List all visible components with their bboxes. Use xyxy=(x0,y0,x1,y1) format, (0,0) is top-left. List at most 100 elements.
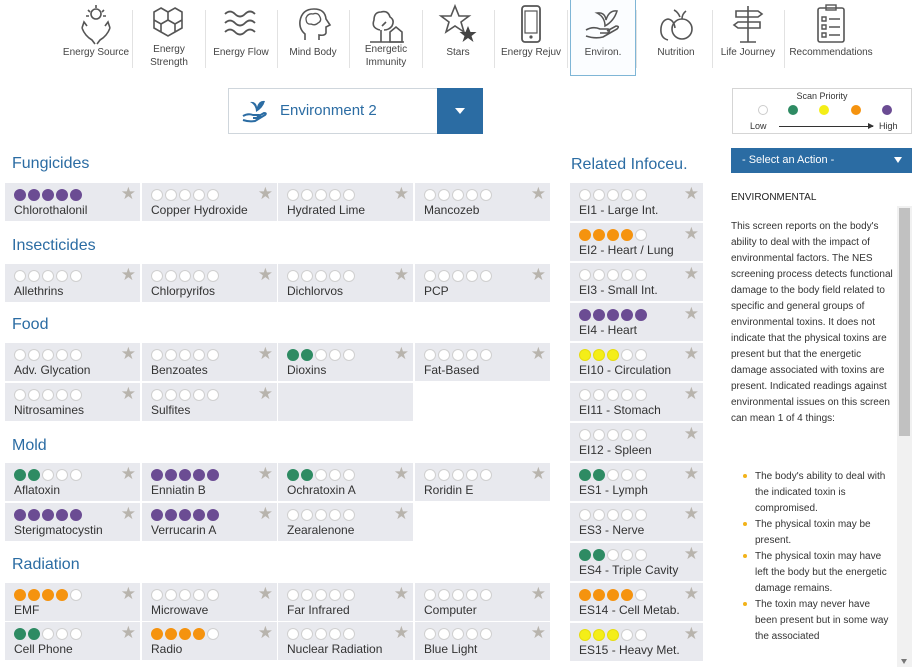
grid-cell[interactable]: ★ EI2 - Heart / Lung xyxy=(570,223,703,261)
grid-cell[interactable]: ★ Cell Phone xyxy=(5,622,140,660)
star-icon[interactable]: ★ xyxy=(684,225,699,242)
star-icon[interactable]: ★ xyxy=(258,185,273,202)
grid-cell[interactable]: ★ Benzoates xyxy=(142,343,277,381)
star-icon[interactable]: ★ xyxy=(394,585,409,602)
grid-cell[interactable]: ★ Computer xyxy=(415,583,550,621)
grid-cell[interactable]: ★ Sterigmatocystin xyxy=(5,503,140,541)
action-select[interactable]: - Select an Action - xyxy=(731,148,912,173)
star-icon[interactable]: ★ xyxy=(394,345,409,362)
star-icon[interactable]: ★ xyxy=(121,465,136,482)
star-icon[interactable]: ★ xyxy=(684,425,699,442)
star-icon[interactable]: ★ xyxy=(684,585,699,602)
grid-cell[interactable]: ★ Nitrosamines xyxy=(5,383,140,421)
grid-cell[interactable]: ★ ES14 - Cell Metab. xyxy=(570,583,703,621)
star-icon[interactable]: ★ xyxy=(258,266,273,283)
grid-cell[interactable]: ★ Allethrins xyxy=(5,264,140,302)
scroll-down-icon[interactable] xyxy=(901,659,907,664)
grid-cell[interactable]: ★ Chlorothalonil xyxy=(5,183,140,221)
grid-cell[interactable]: ★ EI10 - Circulation xyxy=(570,343,703,381)
nav-item-environ[interactable]: Environ. xyxy=(570,0,636,76)
star-icon[interactable]: ★ xyxy=(258,585,273,602)
star-icon[interactable]: ★ xyxy=(121,624,136,641)
grid-cell[interactable]: ★ Microwave xyxy=(142,583,277,621)
grid-cell[interactable]: ★ ES1 - Lymph xyxy=(570,463,703,501)
star-icon[interactable]: ★ xyxy=(121,185,136,202)
grid-cell[interactable]: ★ Far Infrared xyxy=(278,583,413,621)
star-icon[interactable]: ★ xyxy=(121,505,136,522)
grid-cell[interactable]: ★ Mancozeb xyxy=(415,183,550,221)
star-icon[interactable]: ★ xyxy=(531,185,546,202)
grid-cell[interactable]: ★ Blue Light xyxy=(415,622,550,660)
nav-item-energy-rejuv[interactable]: Energy Rejuv xyxy=(495,0,567,76)
priority-dot xyxy=(301,349,313,361)
grid-cell[interactable]: ★ EI12 - Spleen xyxy=(570,423,703,461)
star-icon[interactable]: ★ xyxy=(684,345,699,362)
chevron-down-icon[interactable] xyxy=(437,88,483,134)
grid-cell[interactable]: ★ Dioxins xyxy=(278,343,413,381)
grid-cell[interactable]: ★ Radio xyxy=(142,622,277,660)
star-icon[interactable]: ★ xyxy=(531,465,546,482)
star-icon[interactable]: ★ xyxy=(121,585,136,602)
nav-item-recommendations[interactable]: Recommendations xyxy=(785,0,877,76)
star-icon[interactable]: ★ xyxy=(684,185,699,202)
star-icon[interactable]: ★ xyxy=(394,266,409,283)
star-icon[interactable]: ★ xyxy=(531,266,546,283)
star-icon[interactable]: ★ xyxy=(684,625,699,642)
grid-cell[interactable]: ★ Fat-Based xyxy=(415,343,550,381)
star-icon[interactable]: ★ xyxy=(121,266,136,283)
grid-cell[interactable]: ★ Dichlorvos xyxy=(278,264,413,302)
grid-cell[interactable]: ★ Enniatin B xyxy=(142,463,277,501)
grid-cell[interactable]: ★ Ochratoxin A xyxy=(278,463,413,501)
grid-cell[interactable]: ★ ES15 - Heavy Met. xyxy=(570,623,703,661)
grid-cell[interactable]: ★ EI1 - Large Int. xyxy=(570,183,703,221)
star-icon[interactable]: ★ xyxy=(121,345,136,362)
star-icon[interactable]: ★ xyxy=(531,585,546,602)
star-icon[interactable]: ★ xyxy=(394,624,409,641)
star-icon[interactable]: ★ xyxy=(258,345,273,362)
scrollbar-thumb[interactable] xyxy=(899,208,910,436)
star-icon[interactable]: ★ xyxy=(684,305,699,322)
nav-item-nutrition[interactable]: Nutrition xyxy=(640,0,712,76)
grid-cell[interactable]: ★ Aflatoxin xyxy=(5,463,140,501)
star-icon[interactable]: ★ xyxy=(684,265,699,282)
nav-item-energetic-immunity[interactable]: Energetic Immunity xyxy=(350,0,422,76)
grid-cell[interactable]: ★ Adv. Glycation xyxy=(5,343,140,381)
grid-cell[interactable]: ★ Roridin E xyxy=(415,463,550,501)
grid-cell[interactable]: ★ EMF xyxy=(5,583,140,621)
grid-cell[interactable]: ★ EI11 - Stomach xyxy=(570,383,703,421)
grid-cell[interactable]: ★ Sulfites xyxy=(142,383,277,421)
star-icon[interactable]: ★ xyxy=(258,465,273,482)
grid-cell[interactable]: ★ Nuclear Radiation xyxy=(278,622,413,660)
star-icon[interactable]: ★ xyxy=(394,505,409,522)
nav-item-mind-body[interactable]: Mind Body xyxy=(277,0,349,76)
star-icon[interactable]: ★ xyxy=(684,385,699,402)
environment-select[interactable]: Environment 2 xyxy=(228,88,483,134)
nav-item-stars[interactable]: Stars xyxy=(422,0,494,76)
grid-cell[interactable]: ★ Chlorpyrifos xyxy=(142,264,277,302)
star-icon[interactable]: ★ xyxy=(531,345,546,362)
star-icon[interactable]: ★ xyxy=(258,385,273,402)
star-icon[interactable]: ★ xyxy=(684,505,699,522)
grid-cell[interactable]: ★ PCP xyxy=(415,264,550,302)
star-icon[interactable]: ★ xyxy=(684,465,699,482)
star-icon[interactable]: ★ xyxy=(258,505,273,522)
grid-cell[interactable]: ★ ES3 - Nerve xyxy=(570,503,703,541)
nav-item-energy-strength[interactable]: Energy Strength xyxy=(133,0,205,76)
star-icon[interactable]: ★ xyxy=(394,185,409,202)
star-icon[interactable]: ★ xyxy=(394,465,409,482)
nav-item-life-journey[interactable]: Life Journey xyxy=(712,0,784,76)
nav-item-energy-flow[interactable]: Energy Flow xyxy=(205,0,277,76)
grid-cell[interactable]: ★ Verrucarin A xyxy=(142,503,277,541)
star-icon[interactable]: ★ xyxy=(684,545,699,562)
grid-cell[interactable]: ★ Zearalenone xyxy=(278,503,413,541)
grid-cell[interactable]: ★ EI3 - Small Int. xyxy=(570,263,703,301)
grid-cell[interactable]: ★ Copper Hydroxide xyxy=(142,183,277,221)
nav-item-energy-source[interactable]: Energy Source xyxy=(60,0,132,76)
star-icon[interactable]: ★ xyxy=(531,624,546,641)
grid-cell[interactable]: ★ ES4 - Triple Cavity xyxy=(570,543,703,581)
grid-cell[interactable]: ★ EI4 - Heart xyxy=(570,303,703,341)
star-icon[interactable]: ★ xyxy=(258,624,273,641)
description-scrollbar[interactable] xyxy=(897,206,912,667)
grid-cell[interactable]: ★ Hydrated Lime xyxy=(278,183,413,221)
star-icon[interactable]: ★ xyxy=(121,385,136,402)
